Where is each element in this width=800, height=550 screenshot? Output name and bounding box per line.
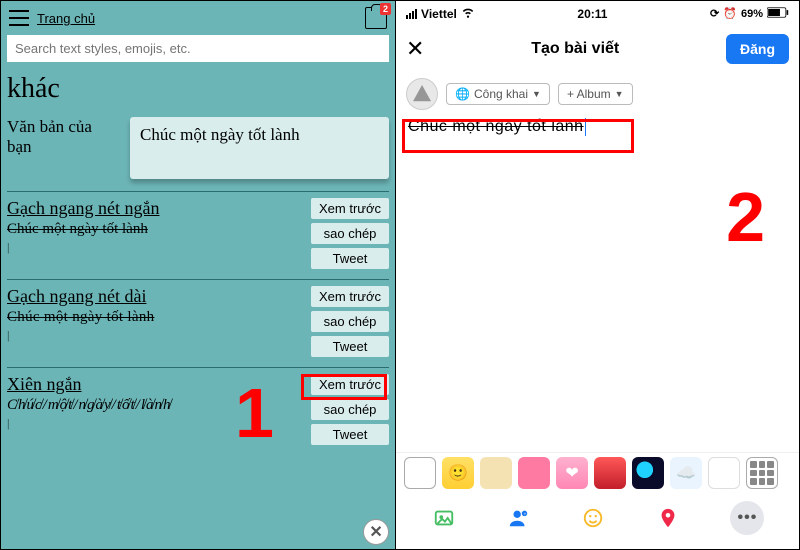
style-name[interactable]: Gạch ngang nét dài [7, 286, 311, 307]
text-caret: | [7, 328, 311, 343]
copy-button[interactable]: sao chép [311, 311, 389, 332]
svg-text:+: + [523, 511, 526, 516]
menu-icon[interactable] [9, 10, 29, 26]
background-picker: 🙂 ❤ ☁️ [396, 452, 799, 493]
text-cursor [585, 118, 587, 136]
style-row: Xiên ngắn C̸h̸ú̸c̸/m̸ộ̸t̸/n̸g̸à̸y̸/t̸ố̸t… [7, 367, 389, 445]
battery-percent: 69% [741, 8, 763, 20]
style-sample: Chúc một ngày tốt lành [7, 309, 311, 326]
compose-text-content: Chúc một ngày tốt lành [408, 118, 584, 135]
more-icon[interactable]: ••• [730, 501, 764, 535]
bg-dark-neon[interactable] [632, 457, 664, 489]
signal-icon [406, 9, 417, 19]
album-label: + Album [567, 87, 611, 101]
bg-more-icon[interactable] [746, 457, 778, 489]
clock: 20:11 [475, 7, 710, 21]
ios-status-bar: Viettel 20:11 ⟳ ⏰ 69% [396, 1, 799, 26]
bg-none[interactable] [404, 457, 436, 489]
composer-header: 🌐 Công khai ▼ + Album ▼ [396, 72, 799, 112]
bg-hearts[interactable]: ❤ [556, 457, 588, 489]
rotation-lock-icon: ⟳ [710, 7, 719, 20]
clipboard-icon[interactable]: 2 [365, 7, 387, 29]
style-sample: Chúc một ngày tốt lành [7, 221, 311, 238]
style-row: Gạch ngang nét ngắn Chúc một ngày tốt là… [7, 191, 389, 269]
preview-button[interactable]: Xem trước [311, 198, 389, 219]
bg-yellow-emoji[interactable]: 🙂 [442, 457, 474, 489]
chevron-down-icon: ▼ [532, 89, 541, 99]
step-number-marker: 2 [726, 177, 765, 257]
style-name[interactable]: Gạch ngang nét ngắn [7, 198, 311, 219]
copy-button[interactable]: sao chép [311, 399, 389, 420]
alarm-icon: ⏰ [723, 7, 737, 20]
text-caret: | [7, 240, 311, 255]
wifi-icon [461, 5, 475, 22]
compose-text-area[interactable]: Chúc một ngày tốt lành [396, 112, 799, 142]
post-button[interactable]: Đăng [726, 34, 789, 64]
bg-pink[interactable] [518, 457, 550, 489]
search-input[interactable] [7, 35, 389, 62]
tag-people-icon[interactable]: + [506, 505, 532, 531]
photo-icon[interactable] [431, 505, 457, 531]
tweet-button[interactable]: Tweet [311, 424, 389, 445]
style-row: Gạch ngang nét dài Chúc một ngày tốt làn… [7, 279, 389, 357]
tweet-button[interactable]: Tweet [311, 248, 389, 269]
page-title: khác [7, 74, 389, 105]
battery-icon [767, 7, 789, 21]
composer-actions: + ••• [396, 495, 799, 541]
privacy-selector[interactable]: 🌐 Công khai ▼ [446, 83, 550, 105]
bg-red-gradient[interactable] [594, 457, 626, 489]
step-number-marker: 1 [235, 373, 274, 453]
close-icon[interactable]: ✕ [406, 36, 424, 62]
composer-nav: ✕ Tạo bài viết Đăng [396, 26, 799, 72]
globe-icon: 🌐 [455, 87, 470, 101]
preview-button[interactable]: Xem trước [311, 286, 389, 307]
your-text-input[interactable]: Chúc một ngày tốt lành [130, 117, 389, 179]
text-style-app-panel: Trang chủ 2 khác Văn bản của bạn Chúc mộ… [1, 1, 395, 549]
nav-title: Tạo bài viết [531, 40, 619, 58]
bg-cloud[interactable]: ☁️ [670, 457, 702, 489]
chevron-down-icon: ▼ [615, 89, 624, 99]
location-icon[interactable] [655, 505, 681, 531]
copy-button[interactable]: sao chép [311, 223, 389, 244]
preview-button[interactable]: Xem trước [311, 374, 389, 395]
bg-white-drops[interactable] [708, 457, 740, 489]
album-selector[interactable]: + Album ▼ [558, 83, 633, 105]
tweet-button[interactable]: Tweet [311, 336, 389, 357]
privacy-label: Công khai [474, 87, 528, 101]
close-ad-icon[interactable]: ✕ [363, 519, 389, 545]
topbar: Trang chủ 2 [7, 5, 389, 33]
bg-cream-pattern[interactable] [480, 457, 512, 489]
feeling-icon[interactable] [580, 505, 606, 531]
clipboard-badge: 2 [380, 3, 391, 15]
facebook-composer-panel: Viettel 20:11 ⟳ ⏰ 69% ✕ Tạo bài viết Đăn… [395, 1, 799, 549]
home-link[interactable]: Trang chủ [37, 11, 95, 26]
your-text-label: Văn bản của bạn [7, 117, 112, 158]
avatar[interactable] [406, 78, 438, 110]
carrier-label: Viettel [421, 7, 457, 21]
